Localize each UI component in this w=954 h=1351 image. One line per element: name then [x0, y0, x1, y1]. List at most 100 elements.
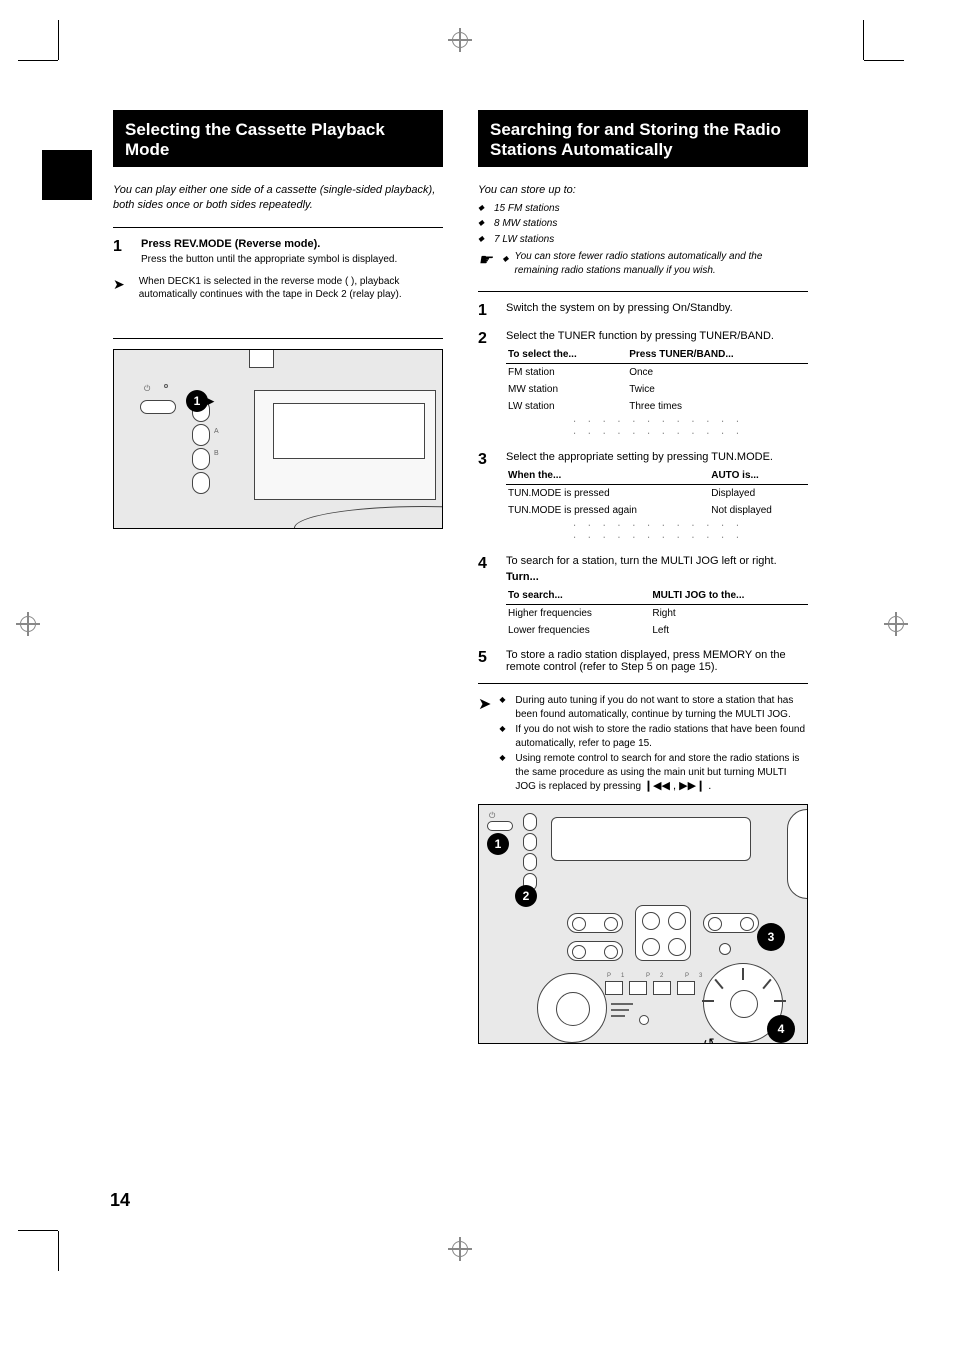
- divider: [113, 227, 443, 228]
- notes-list: During auto tuning if you do not want to…: [499, 694, 808, 796]
- intro-hand-note: You can store fewer radio stations autom…: [515, 250, 809, 277]
- skip-prev-next-icon: ❙◀◀ , ▶▶❙ .: [644, 780, 712, 792]
- mode-button-icon: [192, 448, 210, 470]
- cell: LW station: [506, 398, 627, 415]
- registration-mark-icon: [448, 28, 472, 52]
- section-title-right: Searching for and Storing the Radio Stat…: [478, 110, 808, 167]
- dial-arc-icon: [294, 506, 443, 529]
- col-when: When the...: [506, 467, 709, 485]
- power-button-icon: [487, 821, 513, 831]
- step-number: 2: [478, 330, 496, 441]
- step-1-right: 1 Switch the system on by pressing On/St…: [478, 302, 808, 320]
- crop-mark: [863, 20, 864, 60]
- section-title-left: Selecting the Cassette Playback Mode: [113, 110, 443, 167]
- small-button-icon: [708, 917, 722, 931]
- preset-button-icon: [677, 981, 695, 995]
- button-group: [567, 941, 623, 961]
- label-b: B: [214, 450, 219, 457]
- diamond-icon: ◆: [502, 254, 508, 263]
- divider: [478, 683, 808, 684]
- power-button-icon: [140, 400, 176, 414]
- note-item: Using remote control to search for and s…: [499, 752, 808, 794]
- func-button-icon: [523, 813, 537, 831]
- cell: Higher frequencies: [506, 605, 650, 623]
- registration-mark-icon: [884, 612, 908, 636]
- tick-icon: [774, 1000, 786, 1002]
- cell: FM station: [506, 364, 627, 382]
- multijog-inner-icon: [730, 990, 758, 1018]
- intro-right: You can store up to:: [478, 183, 808, 198]
- panel-top: [249, 350, 274, 368]
- cell: Not displayed: [709, 502, 808, 519]
- line-icon: [611, 1015, 625, 1017]
- step-1-left: 1 Press REV.MODE (Reverse mode). Press t…: [113, 238, 443, 265]
- device-illustration-right: ⏻ P1 P2 P3 P4: [478, 804, 808, 1044]
- callout-2: 2: [515, 885, 537, 907]
- note-text: When DECK1 is selected in the reverse mo…: [139, 275, 443, 302]
- step-number: 1: [478, 302, 496, 320]
- step-number: 3: [478, 451, 496, 545]
- cell: TUN.MODE is pressed: [506, 485, 709, 503]
- callout-label: 4: [778, 1022, 785, 1036]
- small-button-icon: [572, 945, 586, 959]
- line-icon: [611, 1009, 629, 1011]
- mode-button-icon: [192, 424, 210, 446]
- band-select-table: To select the... Press TUNER/BAND... FM …: [506, 346, 808, 415]
- step-4-right: 4 To search for a station, turn the MULT…: [478, 555, 808, 639]
- tick-icon: [702, 1000, 714, 1002]
- col-to-search: To search...: [506, 587, 650, 605]
- step-text: Switch the system on by pressing On/Stan…: [506, 302, 808, 314]
- func-button-icon: [523, 853, 537, 871]
- cell: MW station: [506, 381, 627, 398]
- tick-icon: [714, 979, 723, 989]
- step-result: Press the button until the appropriate s…: [141, 254, 443, 265]
- func-button-icon: [523, 833, 537, 851]
- led-icon: [164, 384, 168, 388]
- step-text: Select the appropriate setting by pressi…: [506, 451, 808, 463]
- standby-icon: ⏻: [489, 811, 495, 821]
- display-sample-icon: · · · · · · · · · · · ·: [506, 521, 808, 531]
- cell: Displayed: [709, 485, 808, 503]
- cell: Right: [650, 605, 808, 623]
- cell: TUN.MODE is pressed again: [506, 502, 709, 519]
- side-index-box: [42, 150, 92, 200]
- crop-mark: [58, 1231, 59, 1271]
- bullet-mw: 8 MW stations: [478, 217, 808, 231]
- button-group: [703, 913, 759, 933]
- step-number: 5: [478, 649, 496, 673]
- jog-table: To search... MULTI JOG to the... Higher …: [506, 587, 808, 639]
- note-item: If you do not wish to store the radio st…: [499, 723, 808, 750]
- tick-icon: [762, 979, 771, 989]
- device-illustration-left: ⏻ A B 1 ❚▶: [113, 349, 443, 529]
- control-wheel-icon: [537, 973, 607, 1043]
- step-text: Press REV.MODE (Reverse mode).: [141, 238, 443, 250]
- left-column: Selecting the Cassette Playback Mode You…: [113, 110, 443, 529]
- label-a: A: [214, 428, 219, 435]
- crop-mark: [58, 20, 59, 60]
- col-to-select: To select the...: [506, 346, 627, 364]
- note-arrow-icon: ➤: [478, 694, 491, 714]
- col-press: Press TUNER/BAND...: [627, 346, 808, 364]
- bullet-lw: 7 LW stations: [478, 233, 808, 247]
- step-text: To store a radio station displayed, pres…: [506, 649, 808, 673]
- intro-left: You can play either one side of a casset…: [113, 183, 443, 213]
- callout-label: 2: [523, 889, 530, 903]
- mode-button-icon: [192, 472, 210, 494]
- small-button-icon: [668, 912, 686, 930]
- preset-button-icon: [605, 981, 623, 995]
- cell: Left: [650, 622, 808, 639]
- preset-button-icon: [653, 981, 671, 995]
- button-group: [567, 913, 623, 933]
- control-wheel-inner-icon: [556, 992, 590, 1026]
- line-icon: [611, 1003, 633, 1005]
- crop-mark: [18, 60, 58, 61]
- step-2-right: 2 Select the TUNER function by pressing …: [478, 330, 808, 441]
- cassette-door: [254, 390, 436, 500]
- rotate-arrow-icon: ↺: [703, 1035, 715, 1044]
- lcd-display: [551, 817, 751, 861]
- step-3-right: 3 Select the appropriate setting by pres…: [478, 451, 808, 545]
- small-button-icon: [642, 938, 660, 956]
- note-arrow-icon: ➤: [113, 276, 125, 293]
- divider: [113, 338, 443, 339]
- right-column: Searching for and Storing the Radio Stat…: [478, 110, 808, 1044]
